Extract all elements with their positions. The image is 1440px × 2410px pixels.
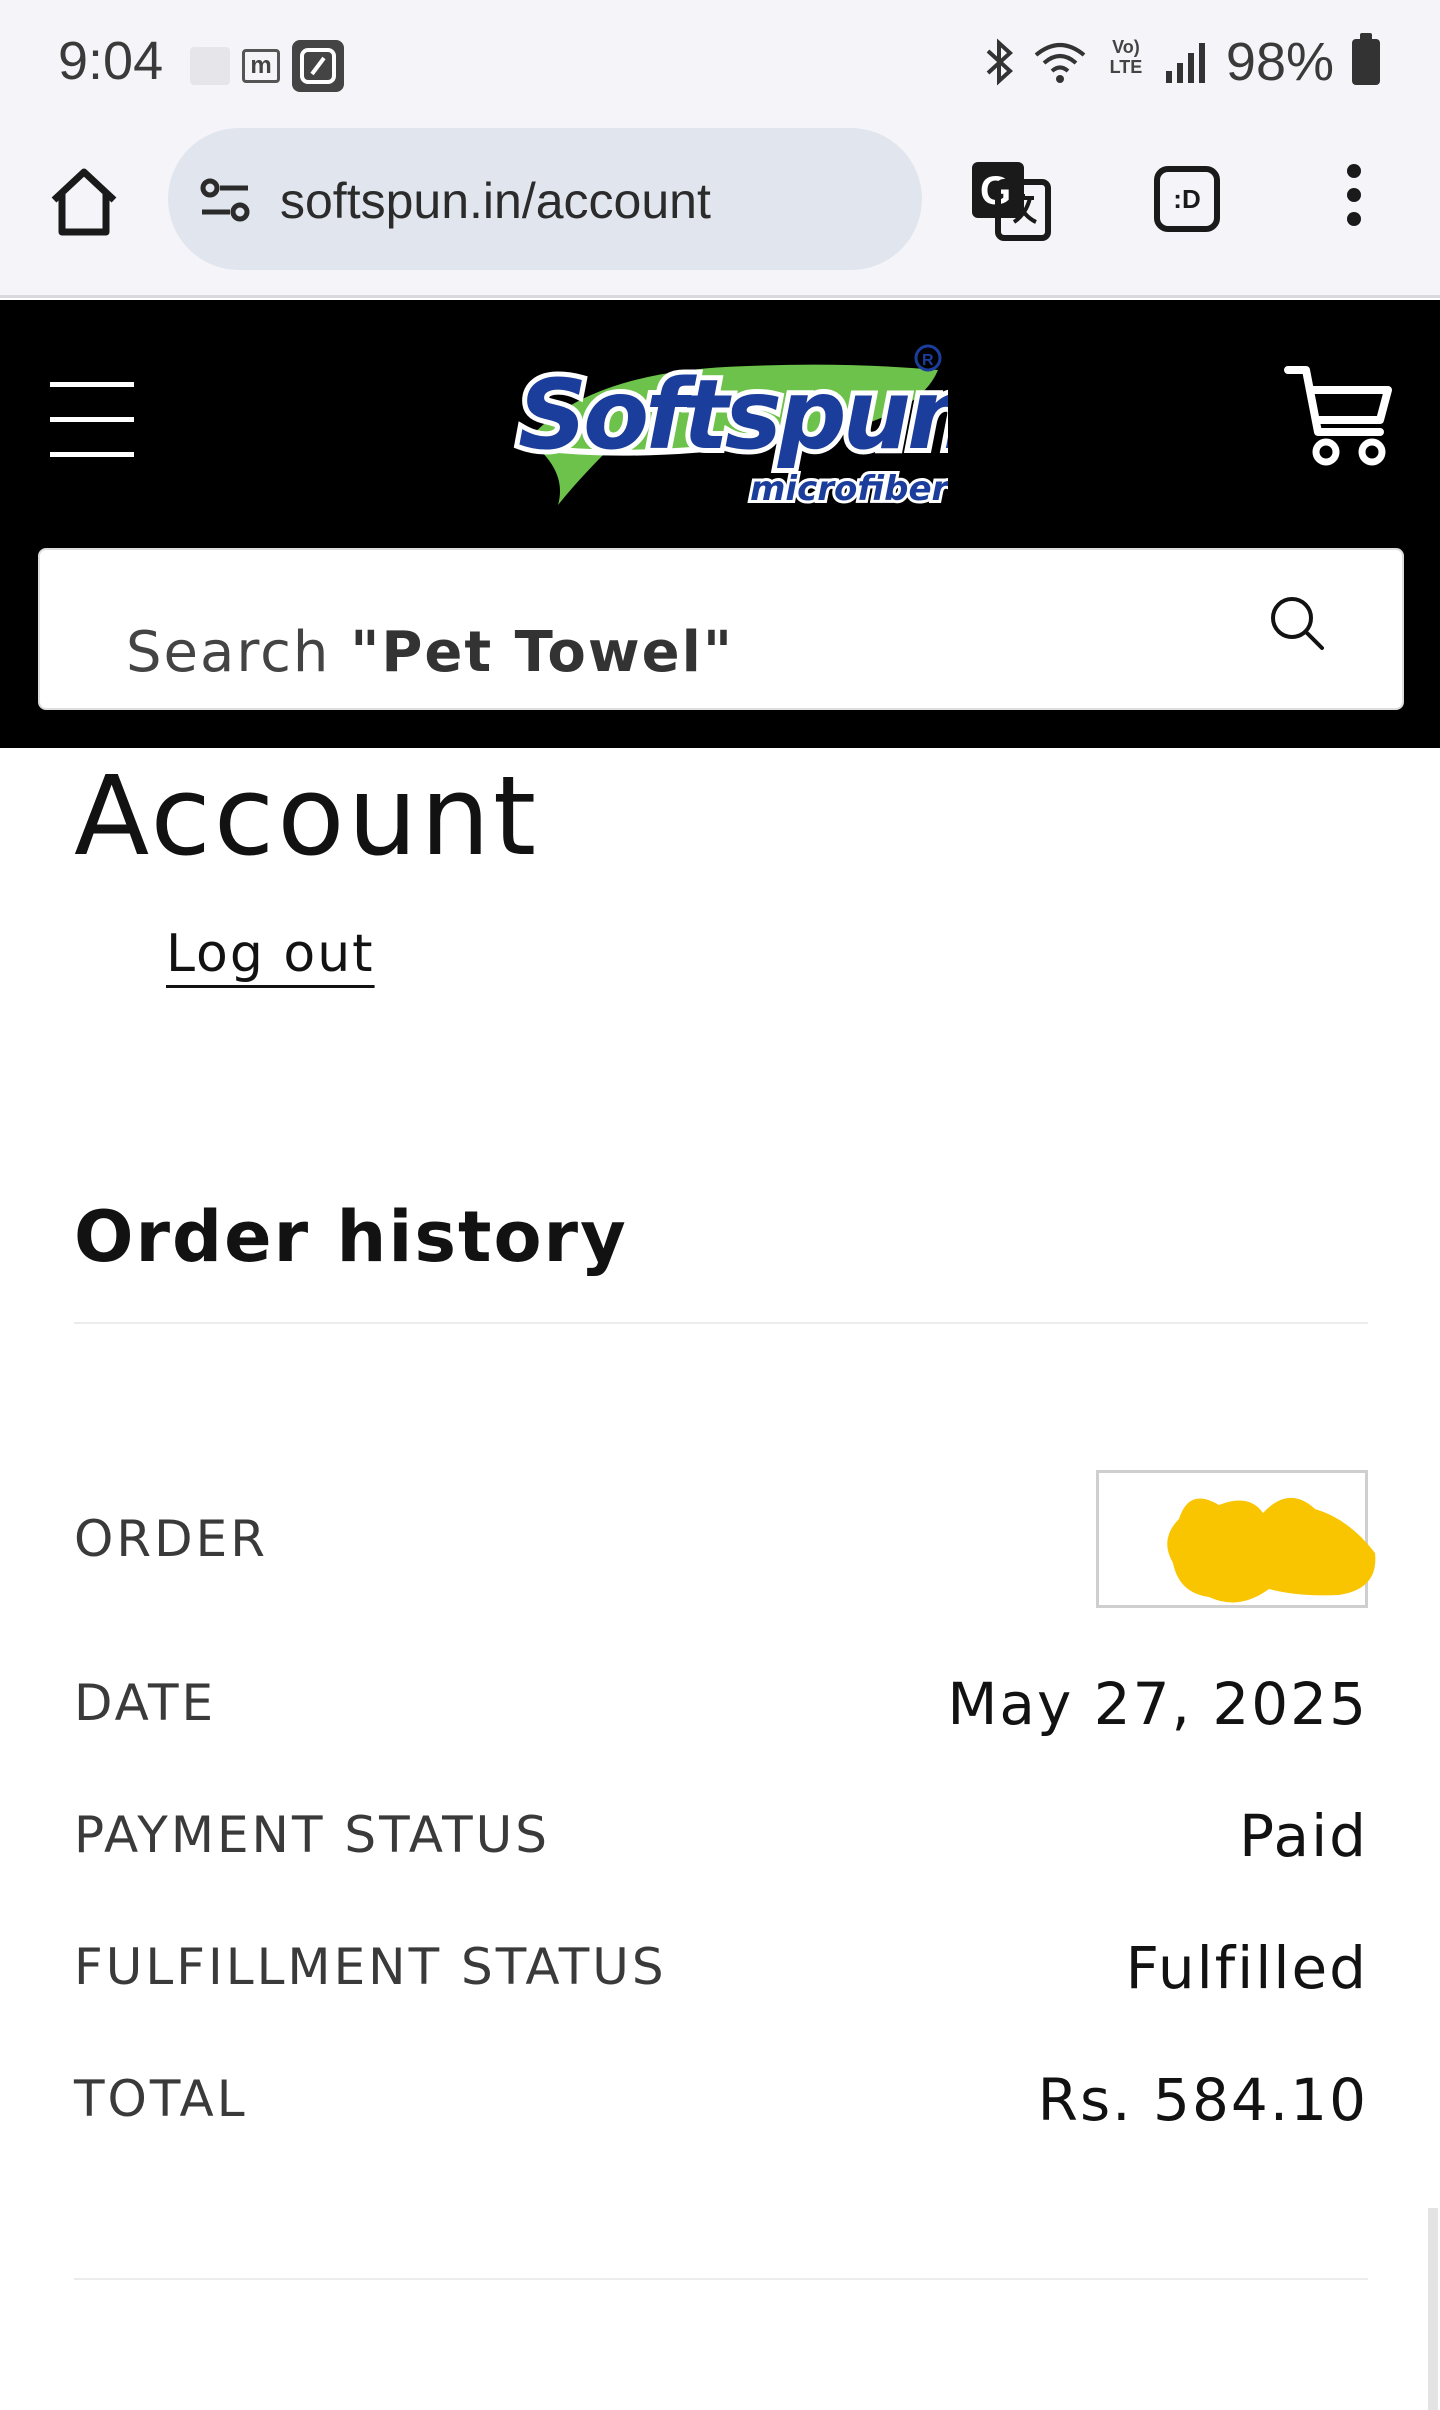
svg-text:Softspun: Softspun bbox=[518, 359, 948, 471]
divider bbox=[74, 1322, 1368, 1324]
site-header: Softspun Softspun microfiber microfiber … bbox=[0, 300, 1440, 748]
payment-status-value: Paid bbox=[1239, 1802, 1368, 1870]
total-label: TOTAL bbox=[74, 2070, 248, 2128]
site-settings-icon[interactable] bbox=[198, 172, 254, 228]
menu-dot-icon bbox=[1347, 164, 1361, 178]
wifi-icon bbox=[1034, 43, 1086, 83]
hamburger-menu-icon[interactable] bbox=[50, 382, 134, 458]
app-notification-icon bbox=[292, 40, 344, 92]
order-row: ORDER bbox=[74, 1470, 1376, 1608]
order-label: ORDER bbox=[74, 1510, 268, 1568]
payment-status-label: PAYMENT STATUS bbox=[74, 1806, 550, 1864]
url-text[interactable]: softspun.in/account bbox=[280, 172, 711, 230]
fulfillment-status-value: Fulfilled bbox=[1125, 1934, 1368, 2002]
logout-link[interactable]: Log out bbox=[166, 924, 375, 984]
order-history-heading: Order history bbox=[74, 1196, 628, 1278]
status-time: 9:04 bbox=[58, 31, 164, 91]
translate-icon[interactable]: G bbox=[968, 158, 1052, 242]
redaction-scribble bbox=[1167, 1497, 1376, 1603]
fulfillment-status-label: FULFILLMENT STATUS bbox=[74, 1938, 667, 1996]
cart-icon[interactable] bbox=[1284, 362, 1394, 472]
notification-icons: m bbox=[190, 40, 344, 92]
date-value: May 27, 2025 bbox=[947, 1670, 1368, 1738]
search-icon[interactable] bbox=[1266, 592, 1330, 656]
svg-text:microfiber: microfiber bbox=[750, 469, 948, 509]
menu-dot-icon bbox=[1347, 212, 1361, 226]
order-number-link[interactable] bbox=[1096, 1470, 1376, 1608]
date-row: DATE May 27, 2025 bbox=[74, 1664, 1368, 1744]
tab-switcher-button[interactable]: :D bbox=[1154, 166, 1220, 232]
date-label: DATE bbox=[74, 1674, 217, 1732]
softspun-logo[interactable]: Softspun Softspun microfiber microfiber … bbox=[498, 330, 948, 510]
total-value: Rs. 584.10 bbox=[1037, 2066, 1368, 2134]
status-bar: 9:04 m Vo) LTE 98% bbox=[0, 0, 1440, 124]
svg-text:R: R bbox=[922, 352, 934, 369]
payment-status-row: PAYMENT STATUS Paid bbox=[74, 1796, 1368, 1876]
gallery-notification-icon bbox=[190, 47, 230, 85]
browser-menu-button[interactable] bbox=[1330, 164, 1378, 236]
menu-dot-icon bbox=[1347, 188, 1361, 202]
volte-icon: Vo) LTE bbox=[1109, 37, 1143, 77]
fulfillment-status-row: FULFILLMENT STATUS Fulfilled bbox=[74, 1928, 1368, 2008]
signal-icon bbox=[1165, 43, 1205, 83]
system-icons: Vo) LTE 98% bbox=[984, 30, 1380, 94]
battery-percent: 98% bbox=[1225, 32, 1334, 92]
divider bbox=[74, 2278, 1368, 2280]
page-title: Account bbox=[74, 752, 540, 880]
scrollbar[interactable] bbox=[1428, 2208, 1438, 2410]
search-input[interactable]: Search "Pet Towel" bbox=[38, 548, 1404, 710]
browser-toolbar: softspun.in/account G :D bbox=[0, 124, 1440, 298]
home-button[interactable] bbox=[44, 162, 124, 242]
address-bar[interactable]: softspun.in/account bbox=[168, 128, 922, 270]
search-placeholder: Search "Pet Towel" bbox=[126, 620, 734, 685]
mail-notification-icon: m bbox=[242, 49, 280, 83]
battery-icon bbox=[1352, 33, 1380, 85]
bluetooth-icon bbox=[986, 38, 1013, 86]
total-row: TOTAL Rs. 584.10 bbox=[74, 2060, 1368, 2140]
